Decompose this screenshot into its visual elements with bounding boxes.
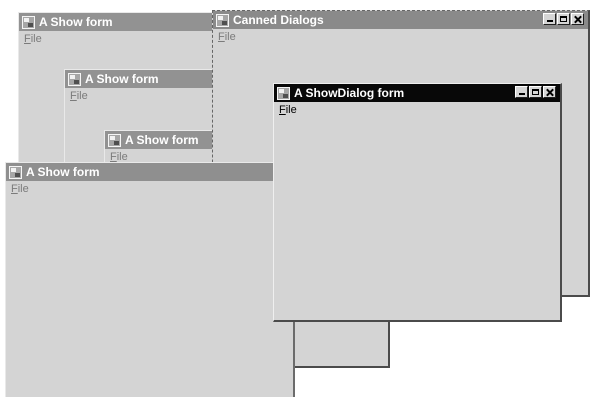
- showdialog-form-window[interactable]: A ShowDialog form File: [273, 83, 562, 322]
- showdialog-form-titlebar[interactable]: A ShowDialog form: [274, 84, 560, 102]
- file-menu[interactable]: File: [70, 88, 88, 104]
- minimize-icon[interactable]: [515, 86, 528, 98]
- file-menu-label-rest: ile: [17, 183, 29, 195]
- window-title: A Show form: [125, 133, 199, 147]
- file-menu[interactable]: File: [218, 29, 236, 45]
- show-form-window-4-titlebar[interactable]: A Show form: [6, 163, 293, 181]
- file-menu[interactable]: File: [11, 181, 29, 197]
- file-menu[interactable]: File: [24, 31, 42, 47]
- menu-bar: File: [19, 31, 226, 47]
- application-window-icon: [277, 86, 290, 100]
- maximize-icon[interactable]: [529, 86, 542, 98]
- underlying-window-fragment[interactable]: [292, 320, 390, 368]
- menu-bar: File: [274, 102, 560, 118]
- window-title: A ShowDialog form: [294, 86, 405, 100]
- file-menu-label-rest: ile: [30, 33, 42, 45]
- file-menu-label-rest: ile: [76, 90, 88, 102]
- file-menu-mnemonic: F: [11, 183, 18, 195]
- window-title: A Show form: [26, 165, 100, 179]
- show-form-window-2-titlebar[interactable]: A Show form: [65, 70, 227, 88]
- close-icon[interactable]: [543, 86, 556, 98]
- close-icon[interactable]: [571, 13, 584, 25]
- minimize-icon[interactable]: [543, 13, 556, 25]
- window-title: A Show form: [39, 15, 113, 29]
- window-title: A Show form: [85, 72, 159, 86]
- show-form-window-4[interactable]: A Show form File: [5, 162, 295, 397]
- menu-bar: File: [6, 181, 293, 197]
- application-window-icon: [216, 13, 229, 27]
- show-form-window-1-titlebar[interactable]: A Show form: [19, 13, 226, 31]
- file-menu-label-rest: ile: [224, 31, 236, 43]
- application-window-icon: [22, 15, 35, 29]
- file-menu-mnemonic: F: [218, 31, 225, 43]
- application-window-icon: [68, 72, 81, 86]
- maximize-icon[interactable]: [557, 13, 570, 25]
- canned-dialogs-titlebar[interactable]: Canned Dialogs: [213, 11, 588, 29]
- file-menu-label-rest: ile: [285, 104, 297, 116]
- window-title: Canned Dialogs: [233, 13, 324, 27]
- application-window-icon: [9, 165, 22, 179]
- file-menu-mnemonic: F: [70, 90, 77, 102]
- menu-bar: File: [213, 29, 588, 45]
- application-window-icon: [108, 133, 121, 147]
- file-menu-mnemonic: F: [24, 33, 31, 45]
- window-controls: [515, 86, 556, 98]
- file-menu-mnemonic: F: [279, 104, 286, 116]
- desktop-screen: A Show form File A Show form File A Show…: [0, 0, 590, 397]
- file-menu[interactable]: File: [279, 102, 297, 118]
- show-form-window-3-titlebar[interactable]: A Show form: [105, 131, 227, 149]
- menu-bar: File: [65, 88, 227, 104]
- window-controls: [543, 13, 584, 25]
